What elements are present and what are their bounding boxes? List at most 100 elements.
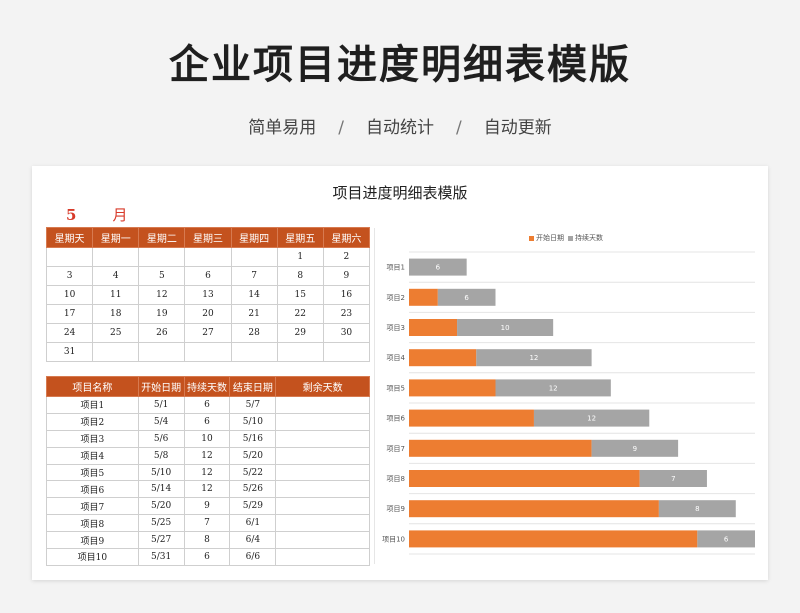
bar-start xyxy=(409,379,496,397)
month-unit: 月 xyxy=(112,206,128,224)
duration-data-label: 6 xyxy=(464,294,469,302)
table-cell[interactable]: 项目8 xyxy=(46,514,139,533)
table-cell[interactable]: 5/10 xyxy=(229,412,277,431)
table-cell[interactable] xyxy=(275,412,370,431)
calendar-day-cell[interactable]: 25 xyxy=(92,323,140,343)
table-cell[interactable] xyxy=(275,531,370,550)
table-cell[interactable]: 5/1 xyxy=(137,396,185,414)
gantt-chart: 开始日期 持续天数 项目1 6 项目2 6 项目3 10 项目4 12 项目5 12 项目6 12 项目7… xyxy=(374,228,756,564)
calendar-day-cell[interactable]: 3 xyxy=(45,266,94,286)
table-cell[interactable] xyxy=(275,429,370,448)
bar-start xyxy=(409,288,438,306)
calendar-day-cell[interactable]: 6 xyxy=(184,266,232,286)
table-cell[interactable]: 5/4 xyxy=(137,412,185,431)
table-cell[interactable]: 项目1 xyxy=(46,396,139,414)
calendar-day-cell[interactable]: 13 xyxy=(184,285,232,305)
table-cell[interactable] xyxy=(275,463,370,482)
table-cell[interactable]: 9 xyxy=(183,497,231,516)
table-cell[interactable]: 5/7 xyxy=(229,396,277,414)
calendar-day-cell[interactable] xyxy=(92,342,140,362)
table-cell[interactable]: 8 xyxy=(183,531,231,550)
table-cell[interactable]: 5/10 xyxy=(137,463,185,482)
calendar-day-cell[interactable]: 17 xyxy=(45,304,94,324)
calendar-day-cell[interactable]: 7 xyxy=(230,266,278,286)
calendar-day-cell[interactable]: 18 xyxy=(92,304,140,324)
table-cell[interactable]: 7 xyxy=(183,514,231,533)
calendar-day-cell[interactable] xyxy=(184,342,232,362)
table-cell[interactable]: 项目9 xyxy=(46,531,139,550)
table-cell[interactable]: 10 xyxy=(183,429,231,448)
calendar-day-cell[interactable]: 20 xyxy=(184,304,232,324)
table-cell[interactable]: 5/25 xyxy=(137,514,185,533)
calendar-day-cell[interactable] xyxy=(184,247,232,267)
table-cell[interactable] xyxy=(275,548,370,566)
calendar-day-cell[interactable]: 15 xyxy=(276,285,324,305)
calendar-day-cell[interactable] xyxy=(45,247,94,267)
calendar-day-cell[interactable]: 14 xyxy=(230,285,278,305)
table-cell[interactable]: 12 xyxy=(183,463,231,482)
calendar-day-cell[interactable] xyxy=(230,247,278,267)
calendar-day-cell[interactable] xyxy=(138,342,186,362)
table-cell[interactable]: 6/4 xyxy=(229,531,277,550)
table-cell[interactable]: 6/6 xyxy=(229,548,277,566)
calendar-day-cell[interactable]: 27 xyxy=(184,323,232,343)
table-cell[interactable]: 6 xyxy=(183,412,231,431)
calendar-day-cell[interactable]: 16 xyxy=(322,285,371,305)
table-cell[interactable]: 6/1 xyxy=(229,514,277,533)
table-cell[interactable]: 12 xyxy=(183,446,231,465)
calendar-day-cell[interactable] xyxy=(322,342,371,362)
month-value[interactable]: 5 xyxy=(66,206,76,224)
table-cell[interactable]: 6 xyxy=(183,396,231,414)
table-cell[interactable]: 项目2 xyxy=(46,412,139,431)
calendar-day-cell[interactable]: 31 xyxy=(45,342,94,362)
calendar-day-cell[interactable]: 12 xyxy=(138,285,186,305)
table-cell[interactable]: 5/16 xyxy=(229,429,277,448)
table-cell[interactable]: 项目7 xyxy=(46,497,139,516)
calendar-day-cell[interactable]: 9 xyxy=(322,266,371,286)
calendar-day-cell[interactable]: 1 xyxy=(276,247,324,267)
table-cell[interactable]: 5/22 xyxy=(229,463,277,482)
calendar-day-cell[interactable] xyxy=(276,342,324,362)
table-cell[interactable] xyxy=(275,497,370,516)
table-cell[interactable]: 5/20 xyxy=(229,446,277,465)
calendar-day-cell[interactable]: 29 xyxy=(276,323,324,343)
calendar-day-cell[interactable]: 2 xyxy=(322,247,371,267)
calendar-day-cell[interactable]: 30 xyxy=(322,323,371,343)
table-cell[interactable]: 项目6 xyxy=(46,480,139,499)
calendar-day-cell[interactable] xyxy=(92,247,140,267)
calendar-day-cell[interactable]: 28 xyxy=(230,323,278,343)
calendar-day-cell[interactable]: 23 xyxy=(322,304,371,324)
calendar-day-cell[interactable]: 26 xyxy=(138,323,186,343)
calendar-week-row: 17 18 19 20 21 22 23 xyxy=(45,304,371,324)
table-cell[interactable]: 5/20 xyxy=(137,497,185,516)
table-cell[interactable]: 项目5 xyxy=(46,463,139,482)
table-cell[interactable] xyxy=(275,514,370,533)
category-label: 项目6 xyxy=(387,415,406,423)
table-cell[interactable] xyxy=(275,446,370,465)
table-cell[interactable]: 项目3 xyxy=(46,429,139,448)
table-cell[interactable]: 5/31 xyxy=(137,548,185,566)
calendar-day-cell[interactable]: 24 xyxy=(45,323,94,343)
table-cell[interactable]: 5/6 xyxy=(137,429,185,448)
table-cell[interactable]: 6 xyxy=(183,548,231,566)
table-cell[interactable]: 5/14 xyxy=(137,480,185,499)
table-cell[interactable]: 项目10 xyxy=(46,548,139,566)
calendar-day-cell[interactable]: 22 xyxy=(276,304,324,324)
table-cell[interactable] xyxy=(275,480,370,499)
table-cell[interactable]: 项目4 xyxy=(46,446,139,465)
calendar-day-cell[interactable]: 4 xyxy=(92,266,140,286)
calendar-day-cell[interactable] xyxy=(138,247,186,267)
table-cell[interactable] xyxy=(275,396,370,414)
table-cell[interactable]: 5/27 xyxy=(137,531,185,550)
table-cell[interactable]: 12 xyxy=(183,480,231,499)
calendar-day-cell[interactable]: 21 xyxy=(230,304,278,324)
table-cell[interactable]: 5/8 xyxy=(137,446,185,465)
table-cell[interactable]: 5/29 xyxy=(229,497,277,516)
calendar-day-cell[interactable]: 11 xyxy=(92,285,140,305)
calendar-day-cell[interactable]: 8 xyxy=(276,266,324,286)
table-cell[interactable]: 5/26 xyxy=(229,480,277,499)
calendar-day-cell[interactable]: 19 xyxy=(138,304,186,324)
calendar-day-cell[interactable]: 5 xyxy=(138,266,186,286)
calendar-day-cell[interactable] xyxy=(230,342,278,362)
calendar-day-cell[interactable]: 10 xyxy=(45,285,94,305)
